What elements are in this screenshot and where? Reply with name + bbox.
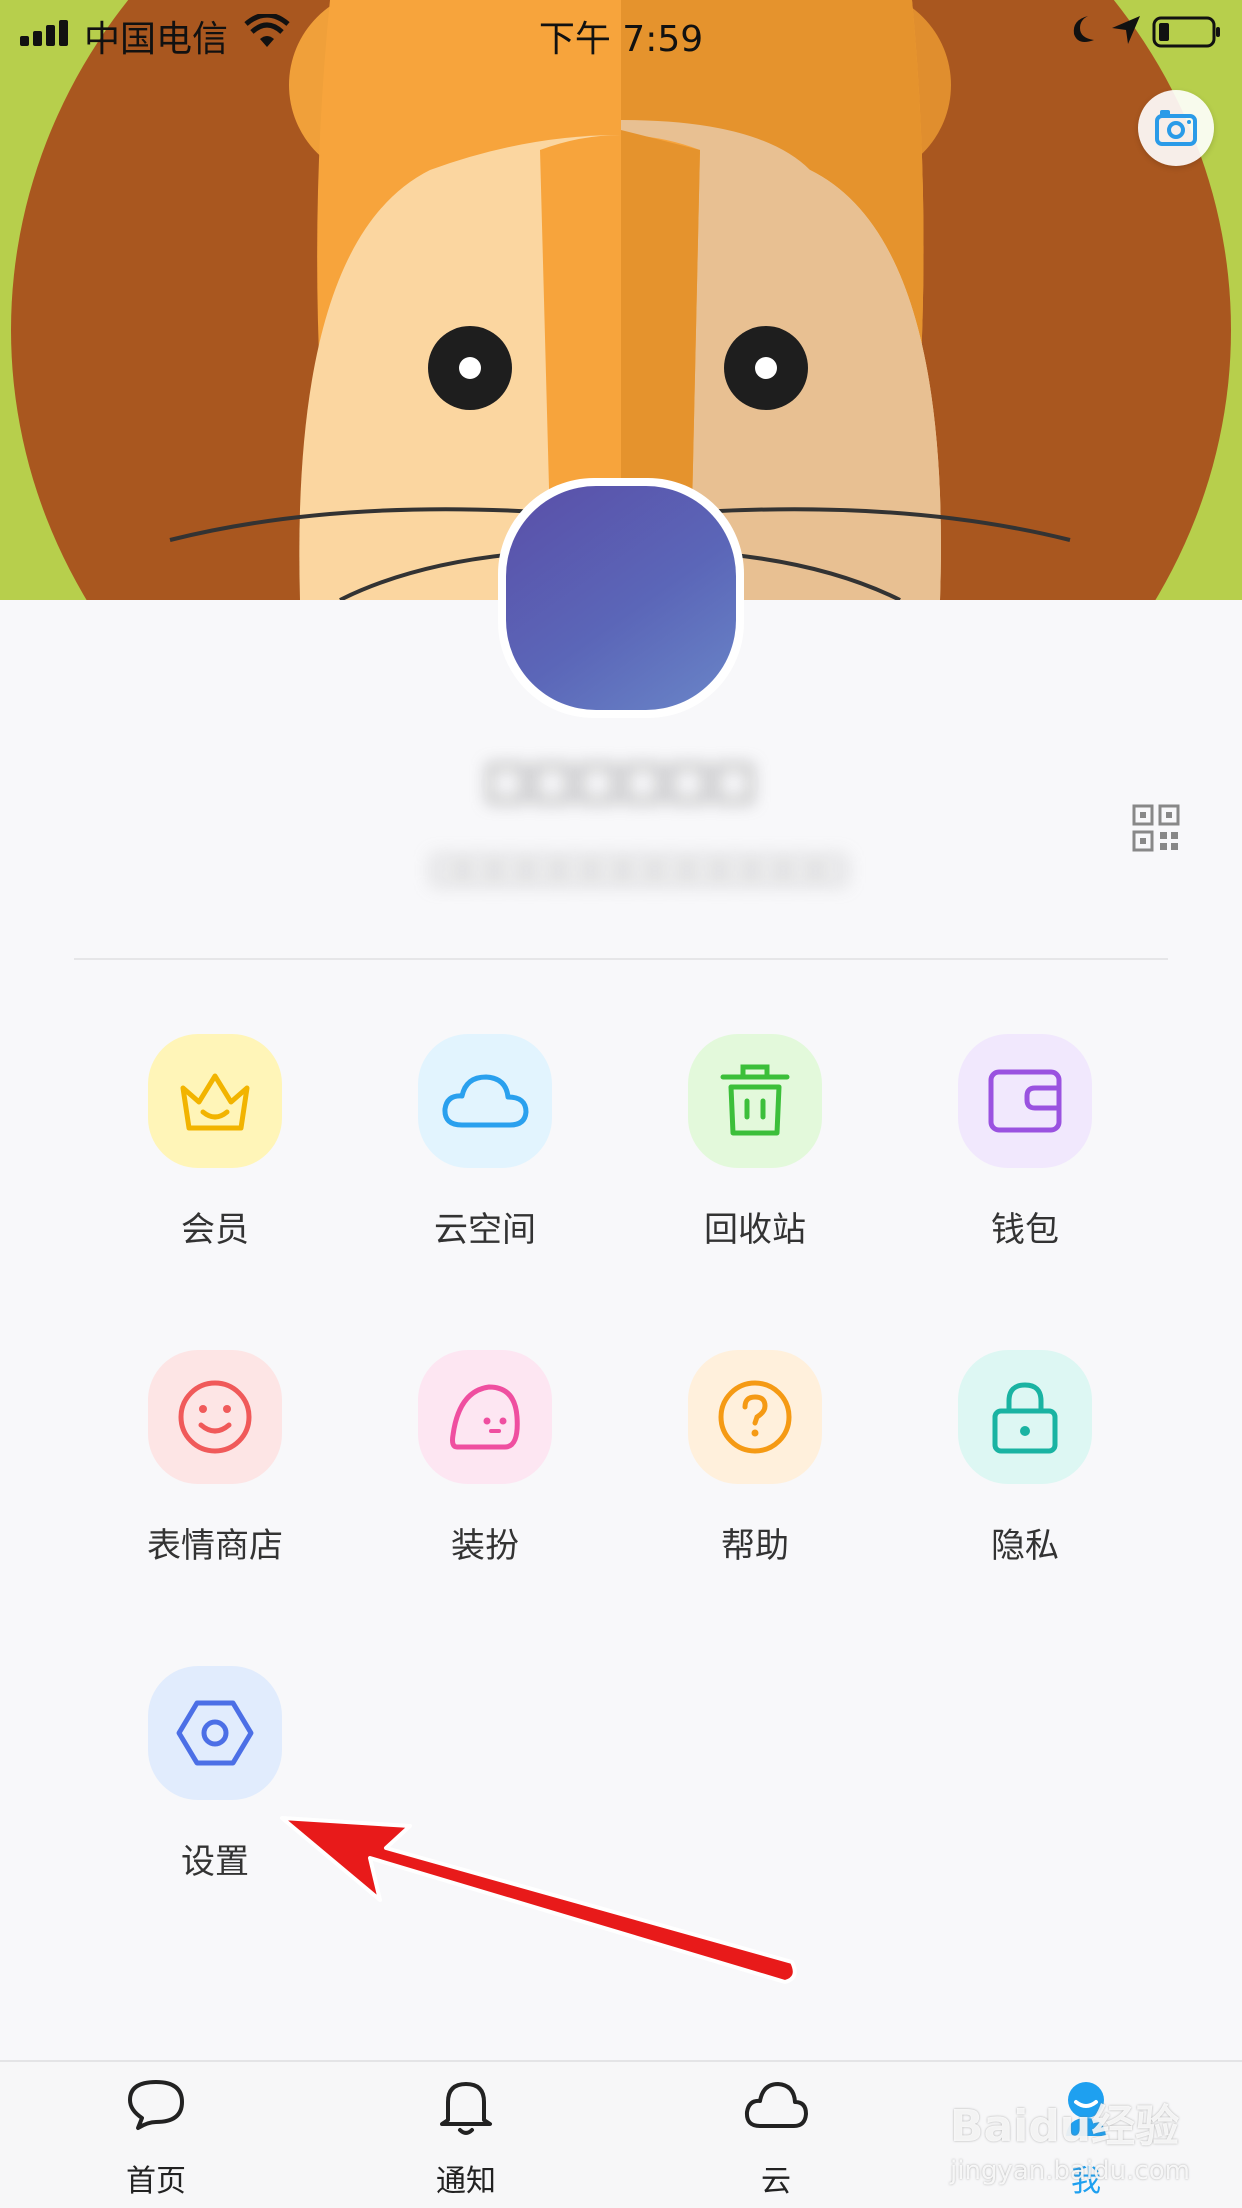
grid-item-sticker-store[interactable]: 表情商店 (82, 1350, 322, 1580)
grid-item-label: 帮助 (721, 1526, 789, 1566)
status-bar: 中国电信 下午 7:59 (0, 0, 1242, 62)
grid-item-label: 回收站 (704, 1210, 806, 1250)
tab-label: 云 (761, 2164, 791, 2199)
location-icon (1112, 16, 1140, 44)
tab-home[interactable]: 首页 (76, 2074, 236, 2204)
bell-icon (440, 2082, 492, 2135)
chat-bubble-icon (128, 2080, 184, 2130)
vip-tile[interactable] (148, 1034, 282, 1168)
profile-subtitle: □□□□□□□□□□□□□ (430, 848, 848, 888)
grid-item-label: 云空间 (434, 1210, 536, 1250)
dress-up-tile[interactable] (418, 1350, 552, 1484)
settings-tile[interactable] (148, 1666, 282, 1800)
grid-item-label: 装扮 (451, 1526, 519, 1566)
grid-item-label: 钱包 (991, 1210, 1059, 1250)
tab-notifications[interactable]: 通知 (386, 2074, 546, 2204)
change-cover-button[interactable] (1138, 90, 1214, 166)
grid-item-cloud-space[interactable]: 云空间 (352, 1034, 592, 1264)
tab-label: 通知 (436, 2164, 496, 2199)
grid-item-label: 会员 (181, 1210, 249, 1250)
wallet-tile[interactable] (958, 1034, 1092, 1168)
clock: 下午 7:59 (538, 19, 704, 60)
qr-code-icon[interactable] (1132, 804, 1180, 852)
battery-icon (1152, 16, 1220, 48)
grid-item-wallet[interactable]: 钱包 (892, 1034, 1132, 1264)
tab-cloud[interactable]: 云 (696, 2074, 856, 2204)
grid-item-label: 设置 (181, 1842, 249, 1882)
watermark: Baidu经验 jingyan.baidu.com (950, 2090, 1240, 2200)
privacy-tile[interactable] (958, 1350, 1092, 1484)
dress-up-icon (450, 1384, 520, 1450)
grid-item-recycle-bin[interactable]: 回收站 (622, 1034, 862, 1264)
grid-item-settings[interactable]: 设置 (82, 1666, 322, 1896)
grid-item-help[interactable]: 帮助 (622, 1350, 862, 1580)
watermark-url: jingyan.baidu.com (950, 2156, 1190, 2186)
profile-name: □□□□□□ (483, 752, 757, 808)
cloud-icon (442, 1074, 529, 1128)
help-tile[interactable] (688, 1350, 822, 1484)
settings-icon (176, 1700, 254, 1766)
moon-icon (1073, 16, 1094, 42)
smile-icon (178, 1380, 252, 1454)
help-icon (718, 1380, 792, 1454)
watermark-brand: Baidu经验 (950, 2101, 1180, 2152)
crown-icon (180, 1073, 250, 1131)
grid-item-privacy[interactable]: 隐私 (892, 1350, 1132, 1580)
tab-label: 首页 (126, 2164, 186, 2199)
avatar[interactable] (498, 478, 744, 718)
divider (74, 958, 1168, 960)
camera-icon (1155, 110, 1197, 146)
grid-item-label: 表情商店 (147, 1526, 283, 1566)
cloud-space-tile[interactable] (418, 1034, 552, 1168)
lock-icon (992, 1382, 1058, 1454)
grid-item-dress-up[interactable]: 装扮 (352, 1350, 592, 1580)
wallet-icon (988, 1069, 1062, 1133)
sticker-store-tile[interactable] (148, 1350, 282, 1484)
recycle-bin-tile[interactable] (688, 1034, 822, 1168)
cloud-icon (744, 2082, 808, 2128)
grid-item-label: 隐私 (991, 1526, 1059, 1566)
grid-item-vip[interactable]: 会员 (82, 1034, 322, 1264)
trash-icon (720, 1064, 790, 1136)
